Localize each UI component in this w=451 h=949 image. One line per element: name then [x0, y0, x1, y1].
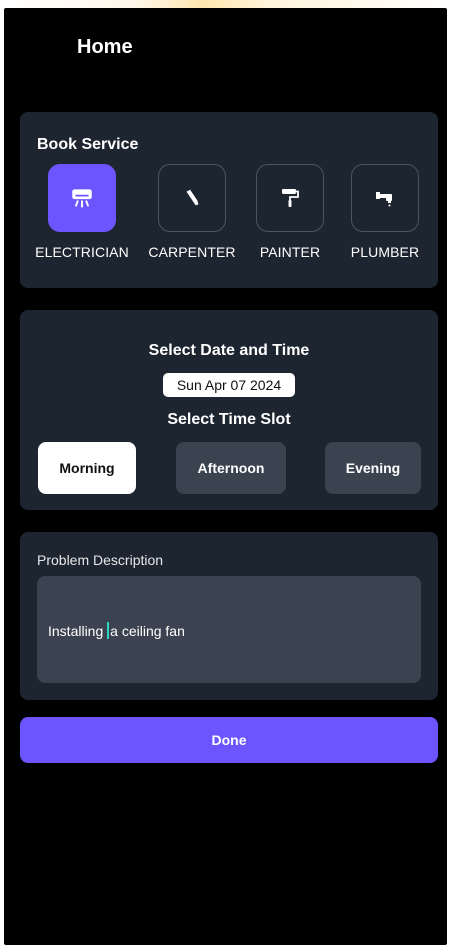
problem-description-text: Installing a ceiling fan [48, 622, 185, 639]
status-bar-glow [0, 0, 451, 8]
slot-afternoon-button[interactable]: Afternoon [176, 442, 286, 494]
problem-description-label: Problem Description [37, 552, 164, 568]
problem-card: Problem Description Installing a ceiling… [20, 532, 438, 700]
service-tile[interactable] [351, 164, 419, 232]
chisel-icon [186, 189, 199, 206]
book-service-heading: Book Service [37, 136, 139, 153]
app-screen: Home Book Service ELECTRICIAN CARPENTER [4, 8, 447, 945]
service-carpenter[interactable]: CARPENTER [142, 164, 242, 260]
problem-description-input[interactable]: Installing a ceiling fan [37, 576, 421, 683]
book-service-card: Book Service ELECTRICIAN CARPENTER PAINT… [20, 112, 438, 288]
service-electrician[interactable]: ELECTRICIAN [32, 164, 132, 260]
service-label: PLUMBER [350, 244, 420, 260]
date-picker-button[interactable]: Sun Apr 07 2024 [163, 373, 295, 397]
paint-roller-icon [282, 189, 299, 207]
date-time-heading: Select Date and Time [148, 342, 310, 359]
text-cursor [107, 622, 110, 639]
service-tile[interactable] [48, 164, 116, 232]
time-slot-heading: Select Time Slot [167, 411, 291, 428]
slot-evening-button[interactable]: Evening [325, 442, 421, 494]
text-before-cursor: Installing [48, 623, 108, 639]
service-label: CARPENTER [148, 244, 236, 260]
service-label: ELECTRICIAN [35, 244, 129, 260]
service-plumber[interactable]: PLUMBER [335, 164, 435, 260]
done-button[interactable]: Done [20, 717, 438, 763]
service-painter[interactable]: PAINTER [240, 164, 340, 260]
date-time-card: Select Date and Time Sun Apr 07 2024 Sel… [20, 310, 438, 510]
service-tile[interactable] [256, 164, 324, 232]
text-after-cursor: a ceiling fan [110, 623, 185, 639]
slot-morning-button[interactable]: Morning [38, 442, 136, 494]
air-conditioner-icon [72, 189, 92, 208]
service-tile[interactable] [158, 164, 226, 232]
service-label: PAINTER [259, 244, 321, 260]
pipe-icon [376, 192, 392, 207]
page-title: Home [77, 36, 133, 58]
